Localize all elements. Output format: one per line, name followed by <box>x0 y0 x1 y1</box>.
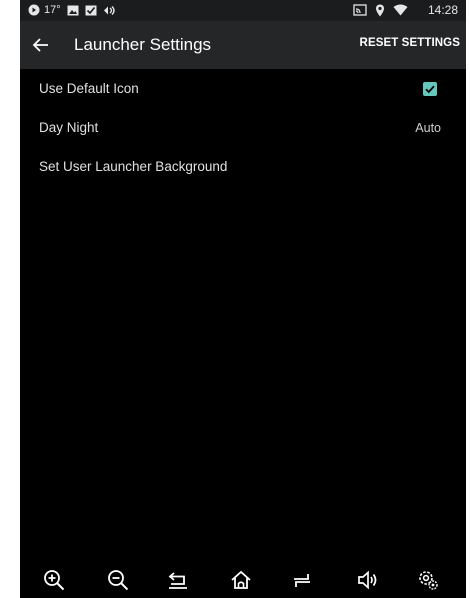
reset-settings-button[interactable]: RESET SETTINGS <box>360 37 460 49</box>
app-screen: 17° 14:28 Launcher Settings RESET SETTIN… <box>20 0 466 598</box>
signal-icon <box>103 5 117 16</box>
volume-icon[interactable] <box>356 568 380 592</box>
location-icon <box>375 4 385 17</box>
page-title: Launcher Settings <box>74 35 212 54</box>
wifi-icon <box>393 4 408 16</box>
image-icon <box>67 5 79 16</box>
setting-launcher-background[interactable]: Set User Launcher Background <box>20 147 466 186</box>
home-icon[interactable] <box>229 568 253 592</box>
back-arrow-icon[interactable] <box>30 34 52 56</box>
zoom-out-icon[interactable] <box>106 568 130 592</box>
recents-icon[interactable] <box>290 568 314 592</box>
back-icon[interactable] <box>166 568 190 592</box>
setting-label: Day Night <box>39 120 99 135</box>
day-night-value: Auto <box>415 121 441 135</box>
app-notification-icon <box>28 4 40 16</box>
zoom-in-icon[interactable] <box>42 568 66 592</box>
app-toolbar: Launcher Settings RESET SETTINGS <box>20 21 466 69</box>
setting-label: Set User Launcher Background <box>39 159 228 174</box>
clock-text: 14:28 <box>427 3 458 17</box>
checkmark-message-icon <box>85 5 97 16</box>
temperature-text: 17° <box>44 4 61 16</box>
use-default-icon-checkbox[interactable] <box>423 82 437 96</box>
setting-use-default-icon[interactable]: Use Default Icon <box>20 69 466 108</box>
setting-label: Use Default Icon <box>39 81 139 96</box>
settings-list: Use Default Icon Day Night Auto Set User… <box>20 69 466 186</box>
status-bar: 17° 14:28 <box>20 0 466 21</box>
setting-day-night[interactable]: Day Night Auto <box>20 108 466 147</box>
status-bar-right: 14:28 <box>353 3 458 17</box>
cast-icon <box>353 4 367 16</box>
settings-icon[interactable] <box>416 568 440 592</box>
status-bar-left: 17° <box>28 4 117 16</box>
navigation-bar <box>20 562 466 598</box>
